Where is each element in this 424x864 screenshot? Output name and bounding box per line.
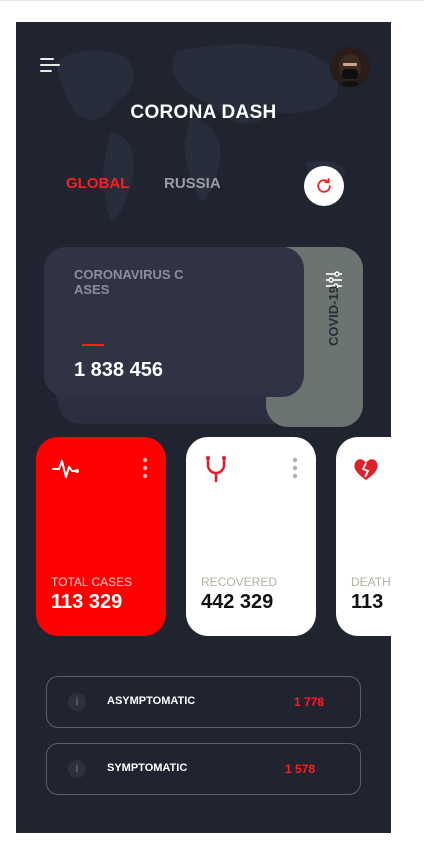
- stat-card-deaths[interactable]: DEATHS 113: [336, 437, 391, 636]
- stat-value: 113 329: [51, 591, 123, 613]
- info-icon[interactable]: i: [68, 693, 86, 711]
- row-value: 1 778: [294, 695, 325, 709]
- stat-value: 113: [351, 591, 384, 613]
- accent-dash: [82, 344, 104, 346]
- stat-card-total-cases[interactable]: TOTAL CASES 113 329: [36, 437, 166, 636]
- broken-heart-icon: [354, 459, 378, 480]
- row-label: SYMPTOMATIC: [107, 762, 188, 774]
- stat-label: DEATHS: [351, 575, 391, 589]
- refresh-button[interactable]: [304, 166, 344, 206]
- row-label: ASYMPTOMATIC: [107, 695, 196, 707]
- app-screen: CORONA DASH GLOBAL RUSSIA COVID-19 CORON…: [16, 22, 391, 833]
- avatar[interactable]: [330, 47, 370, 87]
- heartbeat-icon: [52, 460, 79, 478]
- list-item-symptomatic[interactable]: i SYMPTOMATIC 1 578: [46, 743, 361, 795]
- info-icon[interactable]: i: [68, 760, 86, 778]
- list-item-asymptomatic[interactable]: i ASYMPTOMATIC 1 778: [46, 676, 361, 728]
- stat-card-recovered[interactable]: RECOVERED 442 329: [186, 437, 316, 636]
- more-options-icon[interactable]: [142, 457, 148, 479]
- side-card-label: COVID-19: [326, 286, 341, 346]
- card-label: CORONAVIRUS CASES: [74, 267, 184, 297]
- page-title: CORONA DASH: [130, 102, 277, 123]
- more-options-icon[interactable]: [292, 457, 298, 479]
- stat-value: 442 329: [201, 591, 274, 613]
- tab-russia[interactable]: RUSSIA: [164, 175, 221, 192]
- browser-top-border: [0, 0, 424, 1]
- row-value: 1 578: [285, 762, 316, 776]
- coronavirus-cases-card[interactable]: CORONAVIRUS CASES 1 838 456: [44, 247, 304, 397]
- stat-label: TOTAL CASES: [51, 575, 133, 589]
- refresh-icon: [317, 178, 331, 193]
- card-value: 1 838 456: [74, 359, 163, 381]
- menu-icon[interactable]: [40, 56, 64, 72]
- stethoscope-icon: [206, 456, 226, 483]
- stat-label: RECOVERED: [201, 575, 278, 589]
- svg-text:COVID-19: COVID-19: [326, 286, 341, 346]
- tab-global[interactable]: GLOBAL: [66, 175, 129, 192]
